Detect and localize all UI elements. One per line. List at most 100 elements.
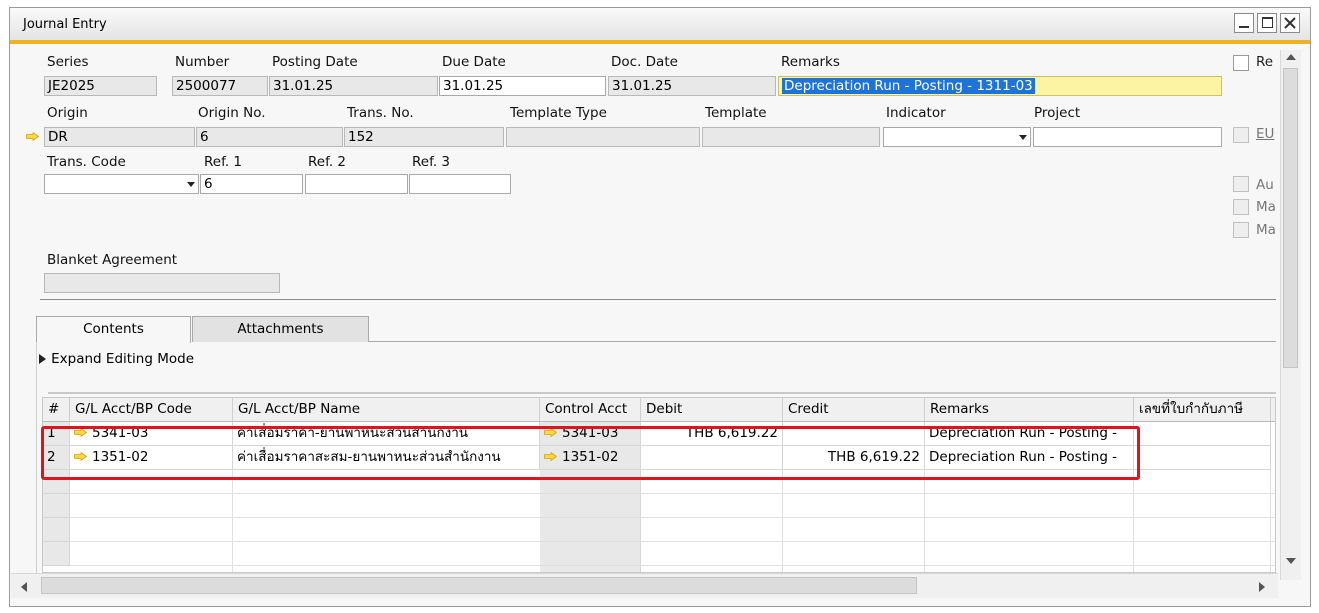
row-number[interactable] xyxy=(43,494,70,518)
blanket-agreement-field[interactable] xyxy=(44,273,280,293)
link-arrow-icon[interactable] xyxy=(26,132,39,141)
close-button[interactable] xyxy=(1280,13,1300,33)
table-row-tax-invoice[interactable] xyxy=(1134,446,1271,470)
table-row-credit[interactable]: THB 6,619.22 xyxy=(783,446,925,470)
expand-editing-mode[interactable]: Expand Editing Mode xyxy=(39,351,194,367)
trans-no-field[interactable]: 152 xyxy=(344,127,504,147)
table-row-control-acct[interactable]: 5341-03 xyxy=(540,422,641,446)
re-checkbox[interactable] xyxy=(1233,55,1249,71)
grid-line xyxy=(1133,470,1134,572)
table-row-credit[interactable] xyxy=(783,422,925,446)
table-row-name[interactable]: ค่าเสื่อมราคา-ยานพาหนะส่วนสำนักงาน xyxy=(233,422,540,446)
ma-checkbox-2-label: Ma xyxy=(1256,222,1276,238)
link-arrow-icon[interactable] xyxy=(74,452,87,461)
scroll-right-icon[interactable] xyxy=(1259,582,1265,592)
origin-field[interactable]: DR xyxy=(44,127,195,147)
title-bar[interactable]: Journal Entry xyxy=(10,8,1310,44)
remarks-field[interactable]: Depreciation Run - Posting - 1311-03 xyxy=(778,76,1222,96)
ma-checkbox-1[interactable] xyxy=(1233,199,1249,215)
template-type-label: Template Type xyxy=(510,105,607,121)
table-row-remarks[interactable]: Depreciation Run - Posting - xyxy=(925,422,1134,446)
column-header-name[interactable]: G/L Acct/BP Name xyxy=(233,398,540,422)
column-header-control-acct[interactable]: Control Acct xyxy=(540,398,641,422)
tab-attachments[interactable]: Attachments xyxy=(192,316,369,342)
indicator-select[interactable] xyxy=(883,127,1031,147)
close-icon xyxy=(1284,17,1296,29)
row-number[interactable] xyxy=(43,518,70,542)
link-arrow-icon[interactable] xyxy=(544,452,557,461)
grid-line xyxy=(924,470,925,572)
number-label: Number xyxy=(175,54,230,70)
column-header-credit[interactable]: Credit xyxy=(783,398,925,422)
table-row-tax-invoice[interactable] xyxy=(1134,422,1271,446)
control-acct-empty-column xyxy=(540,470,641,572)
table-row-debit[interactable]: THB 6,619.22 xyxy=(641,422,783,446)
template-field[interactable] xyxy=(702,127,880,147)
table-row-code[interactable]: 1351-02 xyxy=(70,446,233,470)
horizontal-scrollbar[interactable] xyxy=(11,573,1278,598)
header-divider xyxy=(40,299,1276,300)
link-arrow-icon[interactable] xyxy=(74,428,87,437)
table-row-control-acct[interactable]: 1351-02 xyxy=(540,446,641,470)
ref3-label: Ref. 3 xyxy=(412,154,451,170)
doc-date-field[interactable]: 31.01.25 xyxy=(608,76,776,96)
row-number[interactable]: 1 xyxy=(43,422,70,446)
template-label: Template xyxy=(705,105,767,121)
ref1-field[interactable]: 6 xyxy=(200,174,303,194)
column-header-remarks[interactable]: Remarks xyxy=(925,398,1134,422)
grid-line xyxy=(782,470,783,572)
due-date-label: Due Date xyxy=(442,54,506,70)
ref2-field[interactable] xyxy=(305,174,408,194)
row-number[interactable] xyxy=(43,470,70,494)
scroll-down-icon[interactable] xyxy=(1286,558,1296,564)
chevron-down-icon xyxy=(1019,135,1027,140)
eu-checkbox[interactable] xyxy=(1233,127,1249,143)
expand-triangle-icon xyxy=(39,354,46,364)
au-checkbox-label: Au xyxy=(1256,177,1274,193)
row-number[interactable]: 2 xyxy=(43,446,70,470)
origin-label: Origin xyxy=(47,105,88,121)
vertical-scroll-thumb[interactable] xyxy=(1283,68,1298,368)
column-header-code[interactable]: G/L Acct/BP Code xyxy=(70,398,233,422)
row-number[interactable] xyxy=(43,542,70,566)
minimize-icon xyxy=(1239,26,1249,28)
code-value: 5341-03 xyxy=(92,425,149,441)
table-row-remarks[interactable]: Depreciation Run - Posting - xyxy=(925,446,1134,470)
series-field[interactable]: JE2025 xyxy=(44,76,157,96)
origin-no-label: Origin No. xyxy=(198,105,266,121)
column-header-debit[interactable]: Debit xyxy=(641,398,783,422)
template-type-field[interactable] xyxy=(506,127,700,147)
column-header-num[interactable]: # xyxy=(43,398,70,422)
column-header-extra[interactable] xyxy=(1271,398,1275,422)
tab-contents[interactable]: Contents xyxy=(36,316,191,343)
vertical-scrollbar[interactable] xyxy=(1280,50,1301,580)
expand-editing-mode-label: Expand Editing Mode xyxy=(51,351,195,367)
scroll-up-icon[interactable] xyxy=(1286,54,1296,60)
table-row-code[interactable]: 5341-03 xyxy=(70,422,233,446)
minimize-button[interactable] xyxy=(1234,13,1254,33)
project-field[interactable] xyxy=(1033,127,1222,147)
code-value: 1351-02 xyxy=(92,449,149,465)
column-header-tax-invoice-no[interactable]: เลขที่ใบกำกับภาษี xyxy=(1134,398,1271,422)
due-date-field[interactable]: 31.01.25 xyxy=(439,76,606,96)
posting-date-field[interactable]: 31.01.25 xyxy=(269,76,438,96)
table-row-name[interactable]: ค่าเสื่อมราคาสะสม-ยานพาหนะส่วนสำนักงาน xyxy=(233,446,540,470)
scroll-left-icon[interactable] xyxy=(21,582,27,592)
trans-code-select[interactable] xyxy=(44,174,199,194)
au-checkbox[interactable] xyxy=(1233,176,1249,192)
number-field[interactable]: 2500077 xyxy=(172,76,268,96)
grid-line xyxy=(70,517,1275,518)
project-label: Project xyxy=(1034,105,1081,121)
ref3-field[interactable] xyxy=(409,174,511,194)
trans-no-label: Trans. No. xyxy=(347,105,414,121)
re-checkbox-label: Re xyxy=(1256,54,1274,70)
journal-lines-grid: # G/L Acct/BP Code G/L Acct/BP Name Cont… xyxy=(42,397,1276,573)
maximize-button[interactable] xyxy=(1257,13,1277,33)
posting-date-label: Posting Date xyxy=(272,54,358,70)
link-arrow-icon[interactable] xyxy=(544,428,557,437)
ma-checkbox-2[interactable] xyxy=(1233,222,1249,238)
origin-no-field[interactable]: 6 xyxy=(196,127,343,147)
horizontal-scroll-thumb[interactable] xyxy=(41,577,917,594)
grid-line xyxy=(70,493,1275,494)
table-row-debit[interactable] xyxy=(641,446,783,470)
